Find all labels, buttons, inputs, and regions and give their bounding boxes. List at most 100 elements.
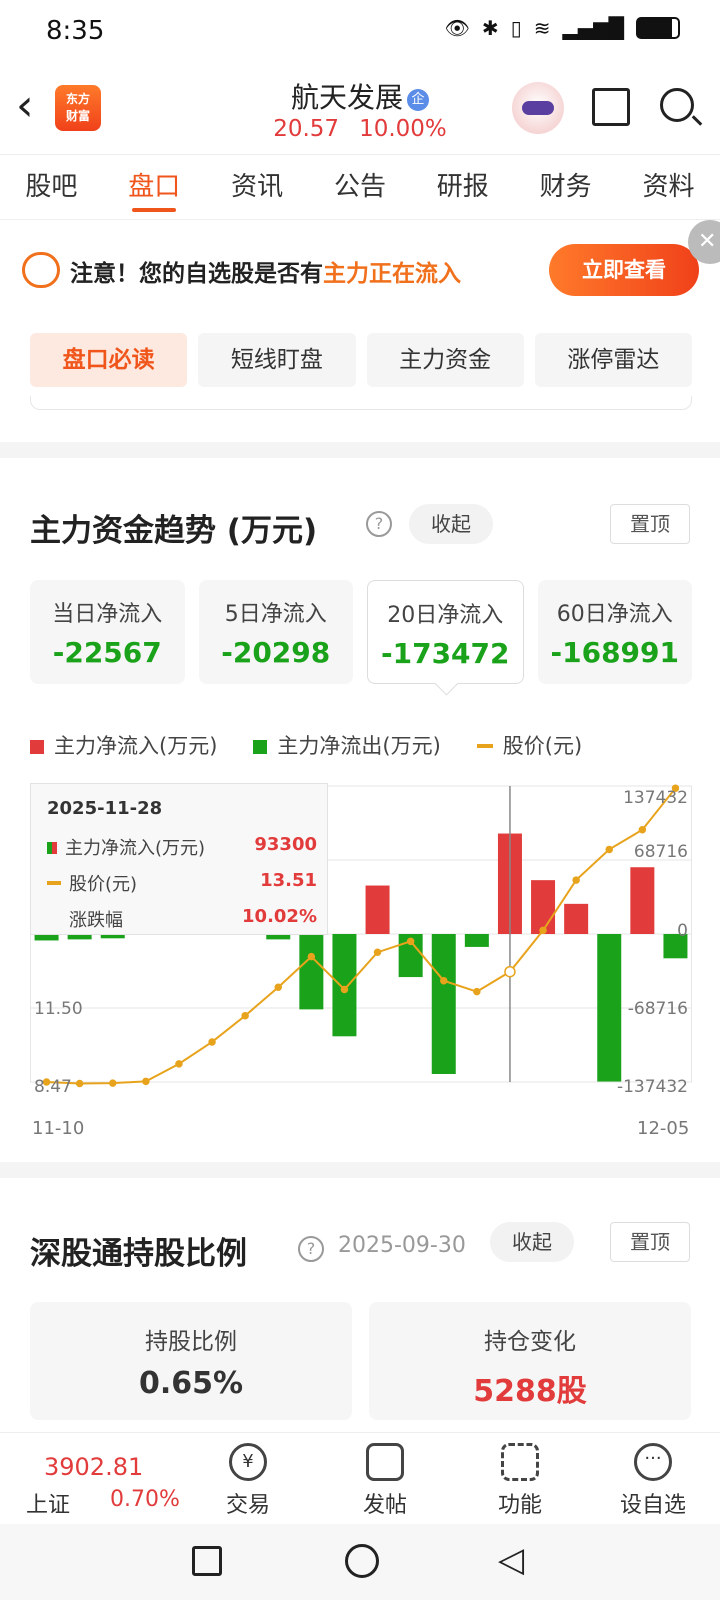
tab-guba[interactable]: 股吧	[21, 154, 81, 220]
company-badge-icon: 企	[407, 89, 429, 111]
subtab-short-term[interactable]: 短线盯盘	[198, 333, 356, 387]
tooltip-inflow: 主力净流入(万元) 93300	[47, 834, 317, 860]
help-icon[interactable]: ?	[298, 1236, 324, 1262]
right-tick-label: -137432	[616, 1077, 688, 1097]
back-nav-icon[interactable]: ◁	[498, 1540, 524, 1580]
4g-signal-icon: ▂▄▆█	[562, 16, 624, 40]
recents-icon[interactable]	[192, 1546, 222, 1576]
sub-tabs: 盘口必读 短线盯盘 主力资金 涨停雷达	[30, 333, 692, 387]
price-point	[406, 937, 415, 946]
tooltip-pct: 涨跌幅 10.02%	[69, 906, 317, 931]
sgt-hold-card: 持股比例 0.65%	[30, 1302, 352, 1420]
price-point	[208, 1038, 216, 1046]
stock-price: 20.57	[273, 116, 340, 142]
tooltip-date: 2025-11-28	[47, 798, 163, 819]
price-point	[241, 1011, 249, 1020]
tab-profile[interactable]: 资料	[638, 154, 698, 220]
view-now-button[interactable]: 立即查看	[549, 244, 699, 296]
price-point	[440, 976, 448, 985]
collapse-button[interactable]: 收起	[409, 504, 493, 544]
add-watchlist-button[interactable]: ··· 设自选	[608, 1439, 698, 1519]
notice-text: 注意！您的自选股是否有主力正在流入	[70, 261, 461, 287]
index-name: 上证	[26, 1493, 71, 1518]
index-value: 3902.81	[44, 1453, 144, 1481]
price-point	[539, 926, 547, 935]
clock: 8:35	[46, 16, 105, 46]
flow-bar	[299, 934, 324, 1010]
eye-icon: 👁	[444, 16, 470, 40]
x-tick-end: 12-05	[637, 1118, 690, 1139]
yuan-icon: ¥	[229, 1443, 267, 1481]
flow-card-60d[interactable]: 60日净流入 -168991	[537, 580, 692, 684]
tab-announcements[interactable]: 公告	[330, 154, 390, 220]
left-tick-label: 8.47	[34, 1077, 72, 1097]
tab-finance[interactable]: 财务	[536, 154, 596, 220]
index-widget[interactable]: 3902.81 上证 0.70%	[22, 1447, 192, 1518]
price-point	[142, 1077, 150, 1086]
right-tick-label: 68716	[633, 842, 688, 862]
share-icon[interactable]	[592, 88, 630, 126]
price-point	[605, 845, 613, 854]
post-button[interactable]: 发帖	[340, 1439, 430, 1519]
main-tabs: 股吧 盘口 资讯 公告 研报 财务 资料	[0, 154, 720, 220]
status-icons: 👁 ✱ ▯ ≋ ▂▄▆█	[445, 16, 680, 40]
home-icon[interactable]	[345, 1544, 379, 1578]
flow-bar	[464, 934, 489, 947]
subtab-must-read[interactable]: 盘口必读	[30, 333, 188, 387]
sgt-change-card: 持仓变化 5288股	[369, 1302, 691, 1420]
status-bar: 8:35 👁 ✱ ▯ ≋ ▂▄▆█	[0, 0, 720, 66]
tab-research[interactable]: 研报	[433, 154, 493, 220]
flow-bar	[531, 880, 556, 934]
tooltip-price: 股价(元) 13.51	[47, 870, 317, 896]
flow-card-5d[interactable]: 5日净流入 -20298	[198, 580, 353, 684]
flow-card-today[interactable]: 当日净流入 -22567	[30, 580, 185, 684]
price-point	[504, 965, 516, 978]
battery-icon	[636, 17, 680, 39]
help-icon[interactable]: ?	[366, 511, 392, 537]
price-point	[307, 952, 316, 961]
edit-icon	[366, 1443, 404, 1481]
right-tick-label: -68716	[627, 999, 688, 1019]
stock-change: 10.00%	[359, 116, 447, 142]
bottom-toolbar: 3902.81 上证 0.70% ¥ 交易 发帖 功能 ··· 设自选	[0, 1432, 720, 1524]
collapse-button[interactable]: 收起	[490, 1222, 574, 1262]
left-tick-label: 11.50	[34, 999, 83, 1019]
price-point	[638, 826, 647, 834]
index-pct: 0.70%	[110, 1487, 180, 1512]
price-point	[340, 985, 349, 994]
functions-button[interactable]: 功能	[475, 1439, 565, 1519]
tab-pankou[interactable]: 盘口	[124, 154, 184, 220]
legend-price: 股价(元)	[476, 730, 582, 760]
legend-inflow: 主力净流入(万元)	[30, 730, 217, 760]
pin-top-button[interactable]: 置顶	[610, 504, 690, 544]
trend-search-icon	[22, 252, 60, 288]
price-point	[373, 948, 382, 957]
search-icon[interactable]	[660, 88, 694, 122]
subtab-limit-up-radar[interactable]: 涨停雷达	[534, 333, 692, 387]
flow-card-20d[interactable]: 20日净流入 -173472	[367, 580, 524, 684]
flow-bar	[431, 934, 456, 1074]
net-flow-cards: 当日净流入 -22567 5日净流入 -20298 20日净流入 -173472…	[30, 580, 692, 684]
trade-button[interactable]: ¥ 交易	[203, 1439, 293, 1519]
pin-top-button[interactable]: 置顶	[610, 1222, 690, 1262]
more-icon: ···	[634, 1443, 672, 1481]
subtab-content-edge	[30, 396, 692, 410]
section-divider	[0, 442, 720, 458]
price-point	[75, 1079, 84, 1088]
price-point	[109, 1079, 117, 1087]
chart-legend: 主力净流入(万元) 主力净流出(万元) 股价(元)	[30, 730, 582, 760]
tab-news[interactable]: 资讯	[227, 154, 287, 220]
section-divider	[0, 1162, 720, 1178]
right-tick-label: 137432	[623, 788, 688, 808]
wifi-icon: ≋	[533, 16, 551, 40]
section-title-main-funds: 主力资金趋势 (万元)	[30, 513, 318, 549]
sgt-date: 2025-09-30	[338, 1233, 466, 1258]
right-tick-label: 0	[677, 921, 688, 941]
subtab-main-funds[interactable]: 主力资金	[366, 333, 524, 387]
chart-tooltip: 2025-11-28 主力净流入(万元) 93300 股价(元) 13.51 涨跌幅…	[30, 783, 328, 935]
assistant-robot-icon[interactable]	[512, 82, 564, 134]
flow-bar	[564, 903, 589, 934]
grid-icon	[501, 1443, 539, 1481]
flow-bar	[365, 885, 390, 934]
system-nav-bar: ◁	[0, 1524, 720, 1600]
